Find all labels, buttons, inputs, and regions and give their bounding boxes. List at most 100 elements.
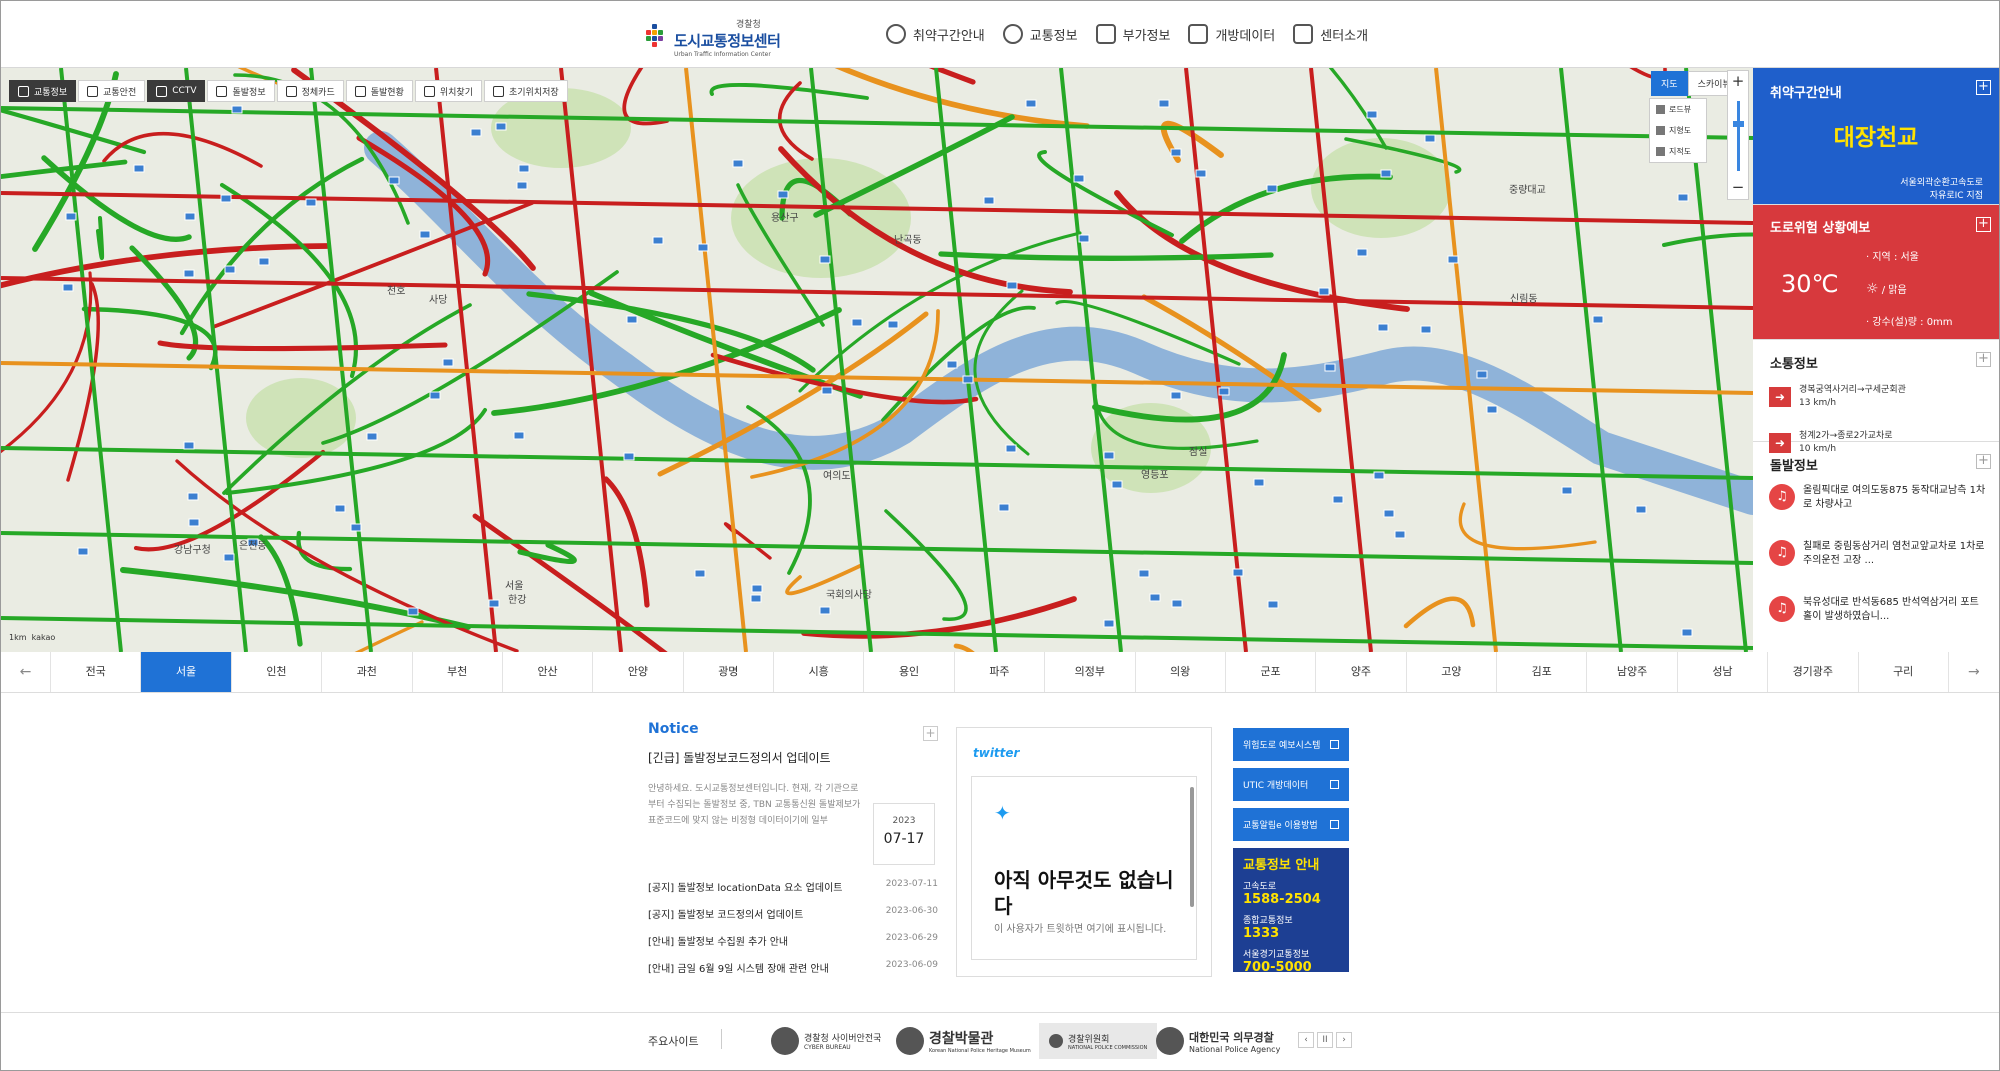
region-tab[interactable]: 안산 [503,652,594,692]
traffic-info-banner[interactable]: 교통정보 안내 고속도로 1588-2504 종합교통정보 1333 서울경기교… [1233,848,1349,975]
site-police-commission[interactable]: 경찰위원회 NATIONAL POLICE COMMISSION [1039,1023,1158,1059]
region-tab[interactable]: 양주 [1316,652,1407,692]
region-tab[interactable]: 의왕 [1136,652,1226,692]
cctv-marker-icon [1103,619,1115,628]
region-tab[interactable]: 경기광주 [1768,652,1859,692]
notice-more-button[interactable]: + [923,726,938,741]
site-police-museum[interactable]: 경찰박물관 Korean National Police Heritage Mus… [896,1023,1031,1059]
tool-incident[interactable]: 돌발정보 [207,80,275,102]
traffic-item[interactable]: ➜ 경복궁역사거리→구세군회관 13 km/h [1769,384,1906,410]
incident-item[interactable]: ♫ 북유성대로 반석동685 반석역삼거리 포트홀이 발생하였습니... [1769,596,1987,624]
traffic-map[interactable]: 서울 용산구 여의도 한강 국회의사당 중량대교 잠실 강남구청 영등포 신림동 난곡동 은천동 사당 천… [1,68,1753,652]
vulnerable-location-name[interactable]: 대장천교 [1753,118,1999,152]
tool-find-location[interactable]: 위치찾기 [414,80,482,102]
cctv-marker-icon [1332,495,1344,504]
region-tab[interactable]: 전국 [51,652,142,692]
cctv-marker-icon [1486,405,1498,414]
nav-vulnerable-section[interactable]: 취약구간안내 [886,21,985,47]
zoom-out-button[interactable]: − [1728,177,1748,199]
more-button[interactable]: + [1976,217,1991,232]
cctv-marker-icon [1324,363,1336,372]
region-tab[interactable]: 파주 [955,652,1046,692]
region-tab[interactable]: 인천 [232,652,323,692]
more-button[interactable]: + [1976,352,1991,367]
cctv-marker-icon [1380,169,1392,178]
traffic-alert-guide-link[interactable]: 교통알림e 이용방법 [1233,808,1349,841]
cctv-marker-icon [1373,471,1385,480]
region-tab[interactable]: 부천 [413,652,503,692]
map-place-label: 중량대교 [1509,184,1546,196]
cctv-marker-icon [334,504,346,513]
notice-list-item[interactable]: [공지] 돌발정보 locationData 요소 업데이트 2023-07-11 [648,879,938,906]
logo-mark-icon [646,23,668,52]
zoom-slider[interactable] [1733,101,1744,171]
slider-pause-button[interactable]: II [1317,1032,1333,1048]
region-tab[interactable]: 서울 [141,652,232,692]
region-tab[interactable]: 용인 [864,652,955,692]
incident-item[interactable]: ♫ 올림픽대로 여의도동875 동작대교남측 1차로 차량사고 [1769,484,1987,512]
site-name: 경찰위원회 [1068,1034,1110,1045]
notice-body[interactable]: 안녕하세요. 도시교통정보센터입니다. 현재, 각 기관으로부터 수집되는 돌발… [648,781,863,829]
nav-extra-info[interactable]: 부가정보 [1095,21,1171,47]
twitter-timeline[interactable]: ✦ 아직 아무것도 없습니다 이 사용자가 트윗하면 여기에 표시됩니다. [971,776,1197,960]
nav-label: 개방데이터 [1215,28,1276,44]
region-tab[interactable]: 과천 [322,652,413,692]
site-logo[interactable]: 경찰청 도시교통정보센터 Urban Traffic Information C… [646,17,781,58]
site-cyber-bureau[interactable]: 경찰청 사이버안전국 CYBER BUREAU [771,1023,881,1059]
nav-label: 부가정보 [1122,28,1171,44]
notice-list-item[interactable]: [안내] 금일 6월 9일 시스템 장애 관련 안내 2023-06-09 [648,960,938,987]
region-tab[interactable]: 김포 [1497,652,1588,692]
notice-list-item[interactable]: [공지] 돌발정보 코드정의서 업데이트 2023-06-30 [648,906,938,933]
twitter-logo[interactable]: twitter [973,746,1019,760]
cctv-marker-icon [258,257,270,266]
region-tab[interactable]: 성남 [1678,652,1769,692]
vulnerable-road: 서울외곽순환고속도로 [1900,178,1983,188]
layer-terrain[interactable]: 지형도 [1650,120,1706,141]
cctv-marker-icon [1424,134,1436,143]
layer-label: 지형도 [1669,126,1692,135]
more-button[interactable]: + [1976,454,1991,469]
region-prev-button[interactable]: ← [1,652,51,692]
zoom-in-button[interactable]: + [1728,71,1748,93]
risk-road-forecast-link[interactable]: 위험도로 예보시스템 [1233,728,1349,761]
slider-next-button[interactable]: › [1336,1032,1352,1048]
cctv-marker-icon [183,269,195,278]
nav-open-data[interactable]: 개방데이터 [1188,21,1275,47]
region-tab[interactable]: 의정부 [1045,652,1136,692]
map-place-label: 천호 [387,285,405,297]
siren-icon: ♫ [1769,540,1795,566]
twitter-scrollbar[interactable] [1190,787,1194,907]
cctv-marker-icon [1158,99,1170,108]
more-button[interactable]: + [1976,80,1991,95]
layer-roadview[interactable]: 로드뷰 [1650,99,1706,120]
notice-list-item[interactable]: [안내] 돌발정보 수집원 추가 안내 2023-06-29 [648,933,938,960]
slider-prev-button[interactable]: ‹ [1298,1032,1314,1048]
layer-cadastral[interactable]: 지적도 [1650,141,1706,162]
route-icon [886,24,906,44]
region-tab[interactable]: 남양주 [1587,652,1678,692]
map-type-map[interactable]: 지도 [1651,71,1688,96]
region-tab[interactable]: 시흥 [774,652,865,692]
tool-save-initial-location[interactable]: 초기위치저장 [483,80,568,102]
incident-item[interactable]: ♫ 칠패로 중림동삼거리 염천교앞교차로 1차로 주의운전 고장 ... [1769,540,1987,568]
banner-label: 종합교통정보 [1243,916,1293,926]
tool-congestion-card[interactable]: 정체카드 [276,80,344,102]
region-tab[interactable]: 군포 [1226,652,1317,692]
site-conscripted-police[interactable]: 대한민국 의무경찰 National Police Agency [1156,1023,1280,1059]
cctv-marker-icon [442,358,454,367]
nav-traffic-info[interactable]: 교통정보 [1002,21,1078,47]
tool-incident-status[interactable]: 돌발현황 [345,80,413,102]
region-tab[interactable]: 구리 [1859,652,1949,692]
map-canvas[interactable]: 서울 용산구여의도한강 국회의사당 중량대교잠실강남구청 영등포 신림동 난곡동은천동 사당 천… [1,68,1753,652]
utic-open-data-link[interactable]: UTIC 개방데이터 [1233,768,1349,801]
tool-cctv[interactable]: CCTV [147,80,206,102]
region-tab[interactable]: 고양 [1407,652,1497,692]
region-next-button[interactable]: → [1949,652,1999,692]
tool-traffic-info[interactable]: 교통정보 [9,80,77,102]
notice-headline[interactable]: [긴급] 돌발정보코드정의서 업데이트 [648,749,938,766]
save-icon [492,85,504,97]
tool-traffic-safety[interactable]: 교통안전 [78,80,146,102]
region-tab[interactable]: 광명 [684,652,774,692]
region-tab[interactable]: 안양 [593,652,684,692]
nav-center-intro[interactable]: 센터소개 [1293,21,1368,47]
